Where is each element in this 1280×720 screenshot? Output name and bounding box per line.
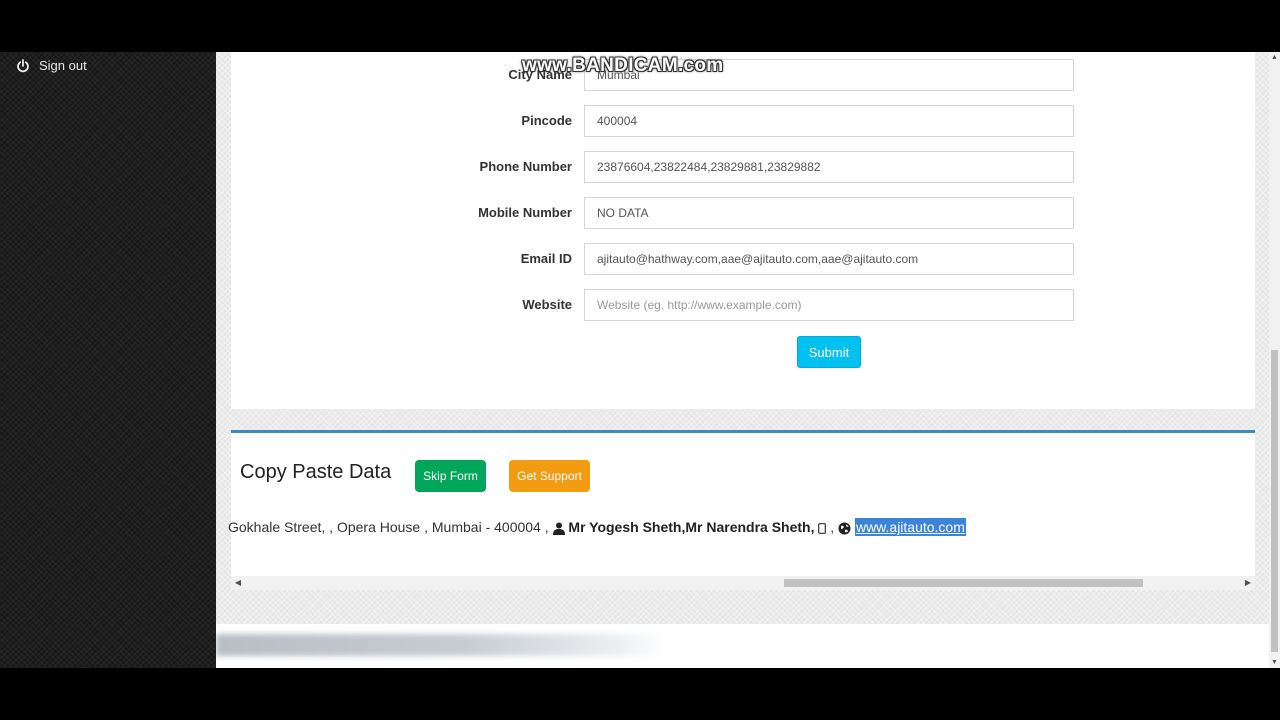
pincode-label: Pincode: [521, 113, 572, 128]
address-text: Gokhale Street, , Opera House , Mumbai -…: [228, 519, 549, 535]
horizontal-scrollbar[interactable]: ◀ ▶: [231, 576, 1255, 590]
sign-out-label: Sign out: [39, 58, 87, 73]
scroll-left-icon[interactable]: ◀: [231, 576, 245, 590]
contact-names: Mr Yogesh Sheth,Mr Narendra Sheth,: [568, 519, 815, 535]
website-input[interactable]: [584, 289, 1074, 321]
website-link[interactable]: www.ajitauto.com: [854, 518, 966, 536]
form-row-pincode: Pincode: [231, 105, 1255, 137]
form-row-website: Website: [231, 289, 1255, 321]
copy-data-line[interactable]: Gokhale Street, , Opera House , Mumbai -…: [228, 514, 966, 540]
blurred-footer-text: [216, 634, 666, 656]
form-row-city: City Name: [231, 59, 1255, 91]
copy-paste-card: Copy Paste Data Skip Form Get Support Go…: [228, 430, 1255, 590]
phone-input[interactable]: [584, 151, 1074, 183]
mobile-separator: ,: [826, 519, 835, 535]
form-row-mobile: Mobile Number: [231, 197, 1255, 229]
mobile-label: Mobile Number: [478, 205, 572, 220]
submit-button[interactable]: Submit: [797, 336, 861, 368]
sign-out-link[interactable]: Sign out: [16, 58, 87, 73]
vertical-scroll-thumb[interactable]: [1271, 350, 1278, 652]
get-support-button[interactable]: Get Support: [509, 460, 590, 492]
bandicam-watermark: www.BANDICAM.com: [522, 55, 724, 76]
bottom-letterbox: [0, 668, 1280, 720]
scroll-up-icon[interactable]: ▲: [1269, 52, 1280, 63]
main-content: City Name Pincode Phone Number Mobile Nu…: [216, 52, 1269, 668]
vertical-scrollbar[interactable]: ▲ ▼: [1269, 52, 1280, 668]
horizontal-scroll-thumb[interactable]: [784, 579, 1143, 587]
page-footer: [216, 624, 1269, 668]
top-letterbox: [0, 0, 1280, 52]
user-icon: [552, 522, 565, 535]
skip-form-button[interactable]: Skip Form: [415, 460, 486, 492]
form-row-phone: Phone Number: [231, 151, 1255, 183]
globe-icon: [838, 522, 851, 535]
scroll-right-icon[interactable]: ▶: [1241, 576, 1255, 590]
sidebar: Sign out: [0, 52, 216, 668]
power-icon: [17, 58, 29, 72]
mobile-input[interactable]: [584, 197, 1074, 229]
phone-label: Phone Number: [479, 159, 572, 174]
scroll-down-icon[interactable]: ▼: [1269, 657, 1280, 668]
email-label: Email ID: [520, 251, 572, 266]
pincode-input[interactable]: [584, 105, 1074, 137]
email-input[interactable]: [584, 243, 1074, 275]
copy-paste-title: Copy Paste Data: [240, 461, 392, 483]
website-label: Website: [522, 297, 572, 312]
company-form-card: City Name Pincode Phone Number Mobile Nu…: [231, 52, 1255, 410]
form-row-email: Email ID: [231, 243, 1255, 275]
